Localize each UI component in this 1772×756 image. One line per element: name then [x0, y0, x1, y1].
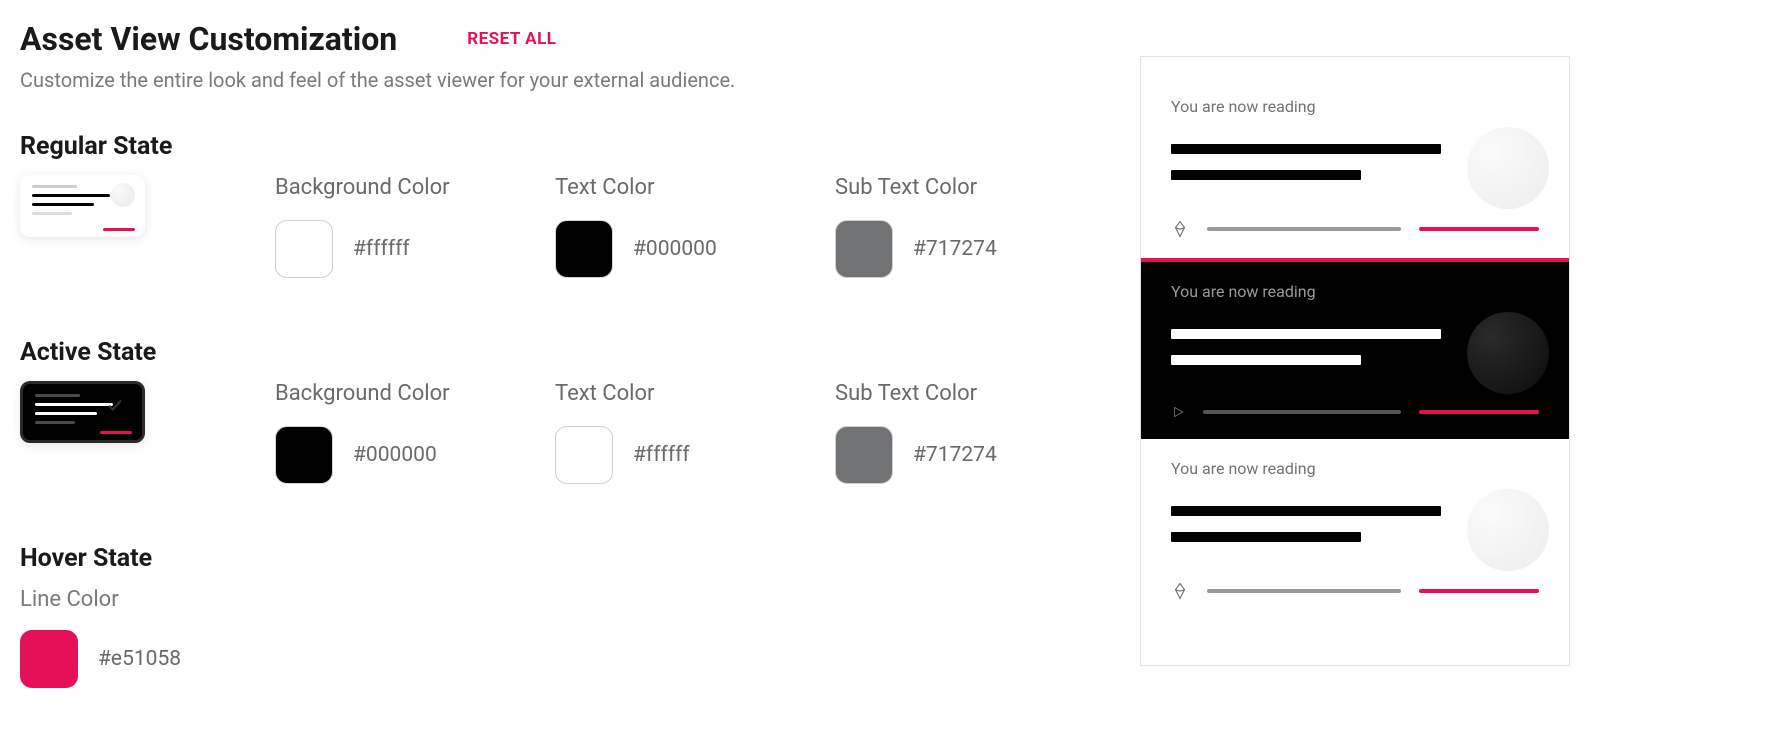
hover-state-title: Hover State [20, 544, 1100, 573]
active-bg-field: Background Color #000000 [275, 381, 495, 484]
hover-line-swatch[interactable] [20, 630, 78, 688]
active-bg-value: #000000 [353, 443, 437, 467]
active-text-value: #ffffff [633, 443, 690, 467]
active-text-swatch[interactable] [555, 426, 613, 484]
active-sub-label: Sub Text Color [835, 381, 1055, 406]
active-text-field: Text Color #ffffff [555, 381, 775, 484]
preview-thumbnail-circle [1467, 312, 1549, 394]
active-state-thumbnail [20, 381, 145, 443]
pdf-icon [1171, 582, 1189, 600]
page-subtitle: Customize the entire look and feel of th… [20, 68, 1100, 92]
active-sub-field: Sub Text Color #717274 [835, 381, 1055, 484]
regular-text-value: #000000 [633, 237, 717, 261]
regular-state-thumbnail [20, 175, 145, 237]
active-bg-swatch[interactable] [275, 426, 333, 484]
preview-item-active: You are now reading [1141, 262, 1569, 439]
regular-sub-field: Sub Text Color #717274 [835, 175, 1055, 278]
active-state-title: Active State [20, 338, 1100, 367]
preview-item-regular: You are now reading [1141, 439, 1569, 620]
regular-sub-label: Sub Text Color [835, 175, 1055, 200]
hover-line-value: #e51058 [98, 647, 181, 671]
preview-subtitle: You are now reading [1171, 459, 1539, 478]
active-bg-label: Background Color [275, 381, 495, 406]
check-icon [106, 396, 124, 414]
regular-bg-value: #ffffff [353, 237, 410, 261]
hover-line-label: Line Color [20, 587, 1100, 612]
reset-all-button[interactable]: RESET ALL [467, 29, 556, 49]
regular-bg-swatch[interactable] [275, 220, 333, 278]
preview-thumbnail-circle [1467, 489, 1549, 571]
active-sub-swatch[interactable] [835, 426, 893, 484]
pdf-icon [1171, 220, 1189, 238]
active-sub-value: #717274 [913, 443, 997, 467]
play-icon [1171, 405, 1185, 419]
preview-item-regular: You are now reading [1141, 77, 1569, 258]
regular-sub-swatch[interactable] [835, 220, 893, 278]
regular-text-label: Text Color [555, 175, 775, 200]
preview-thumbnail-circle [1467, 127, 1549, 209]
regular-text-swatch[interactable] [555, 220, 613, 278]
preview-subtitle: You are now reading [1171, 97, 1539, 116]
page-title: Asset View Customization [20, 20, 397, 58]
preview-panel: You are now reading You are now reading [1140, 56, 1570, 666]
regular-bg-field: Background Color #ffffff [275, 175, 495, 278]
regular-bg-label: Background Color [275, 175, 495, 200]
active-text-label: Text Color [555, 381, 775, 406]
preview-subtitle: You are now reading [1171, 282, 1539, 301]
regular-state-title: Regular State [20, 132, 1100, 161]
regular-sub-value: #717274 [913, 237, 997, 261]
regular-text-field: Text Color #000000 [555, 175, 775, 278]
